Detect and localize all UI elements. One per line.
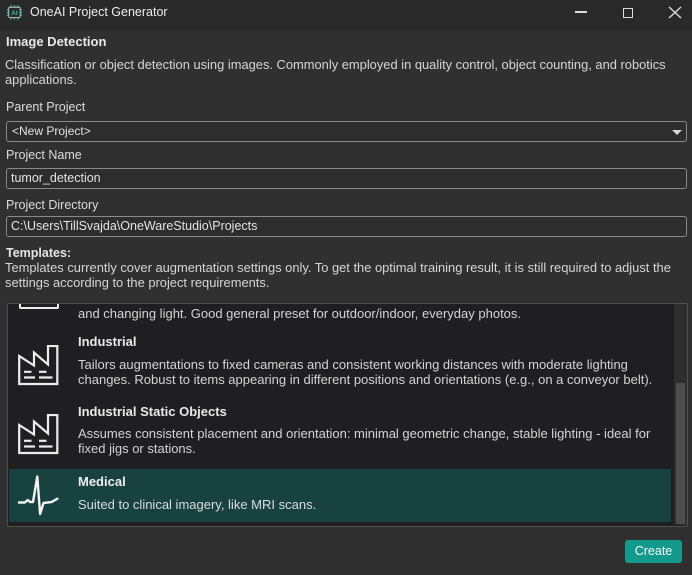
svg-text:AI: AI: [11, 10, 18, 17]
